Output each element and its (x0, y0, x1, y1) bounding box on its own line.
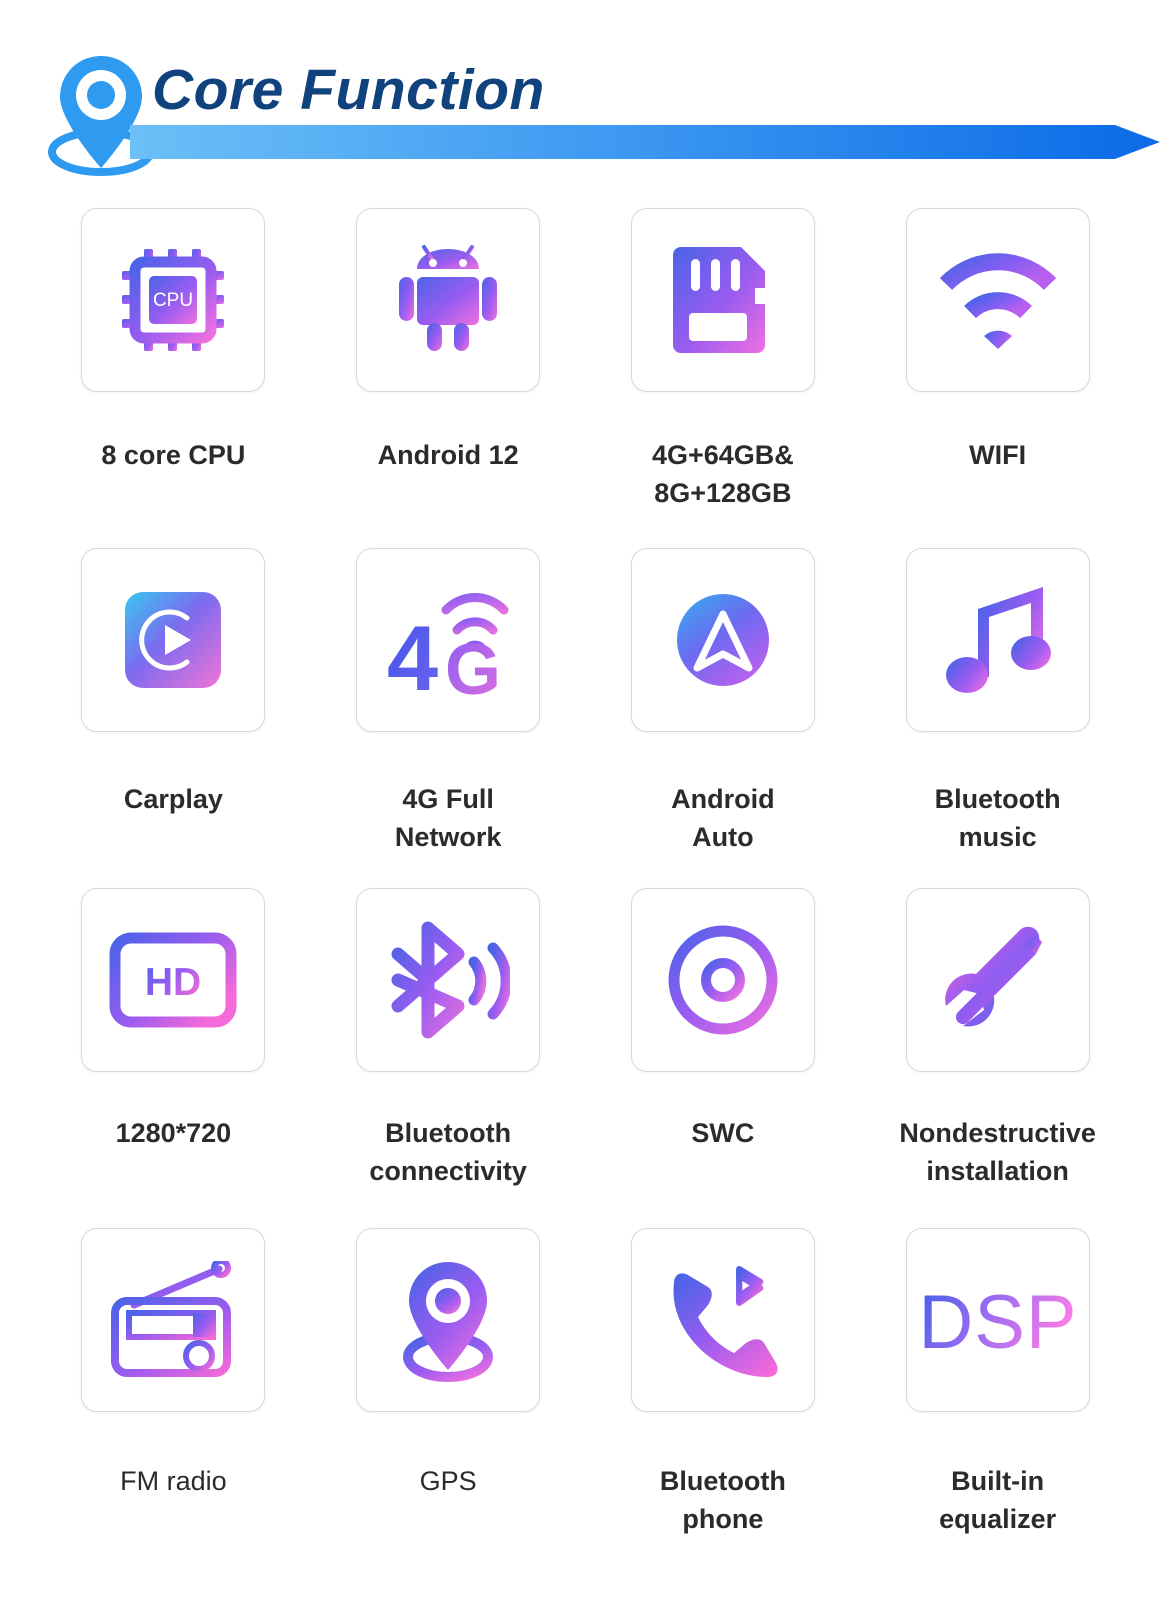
android-auto-icon (676, 594, 769, 686)
feature-label: 4G+64GB& 8G+128GB (651, 440, 794, 509)
feature-label: WIFI (969, 440, 1027, 470)
feature-card[interactable] (630, 1228, 815, 1412)
feature-item-swc[interactable]: SWC (586, 888, 861, 1228)
feature-card[interactable] (356, 208, 541, 392)
feature-label: Carplay (123, 784, 223, 814)
cpu-chip-icon: CPU (122, 249, 225, 351)
feature-card[interactable] (905, 888, 1090, 1072)
feature-card[interactable] (905, 548, 1090, 732)
bluetooth-phone-icon (673, 1266, 778, 1377)
hd-screen-icon: HD (109, 932, 237, 1028)
feature-item-bt-music[interactable]: Bluetooth music (860, 548, 1135, 888)
feature-item-dsp[interactable]: DSP Built-in equalizer (860, 1228, 1135, 1568)
feature-card[interactable] (905, 208, 1090, 392)
feature-card[interactable]: 4 G (356, 548, 541, 732)
feature-label: SWC (691, 1118, 755, 1148)
feature-label: 8 core CPU (101, 440, 246, 470)
feature-item-4g[interactable]: 4 G 4G Full Network (311, 548, 586, 888)
feature-label: GPS (419, 1466, 477, 1496)
feature-card[interactable]: DSP (905, 1228, 1090, 1412)
fm-radio-icon (111, 1261, 232, 1377)
svg-text:HD: HD (145, 961, 201, 1004)
sd-memory-card-icon (672, 247, 765, 353)
feature-label: Android Auto (671, 784, 775, 853)
feature-label: 4G Full Network (394, 784, 502, 853)
feature-card[interactable] (630, 548, 815, 732)
bluetooth-signal-icon (391, 921, 511, 1039)
feature-card[interactable] (81, 548, 266, 732)
feature-label: Built-in equalizer (939, 1466, 1057, 1535)
page-header: Core Function (0, 0, 1171, 200)
feature-item-wifi[interactable]: WIFI (860, 208, 1135, 548)
svg-text:4: 4 (387, 608, 438, 698)
feature-label: Bluetooth connectivity (369, 1118, 527, 1187)
feature-item-android[interactable]: Android 12 (311, 208, 586, 548)
feature-item-storage[interactable]: 4G+64GB& 8G+128GB (586, 208, 861, 548)
feature-label: FM radio (120, 1466, 227, 1496)
feature-item-gps[interactable]: GPS (311, 1228, 586, 1568)
svg-text:DSP: DSP (922, 1280, 1074, 1362)
feature-label: Bluetooth music (934, 784, 1061, 853)
feature-item-cpu[interactable]: CPU 8 core CPU (36, 208, 311, 548)
feature-card[interactable] (630, 888, 815, 1072)
feature-label: Bluetooth phone (659, 1466, 786, 1535)
feature-item-android-auto[interactable]: Android Auto (586, 548, 861, 888)
feature-label: Nondestructive installation (899, 1118, 1096, 1187)
feature-card[interactable] (356, 1228, 541, 1412)
feature-label: 1280*720 (115, 1118, 232, 1148)
page-title: Core Function (152, 58, 545, 122)
music-note-icon (945, 587, 1051, 693)
feature-card[interactable] (356, 888, 541, 1072)
svg-text:G: G (445, 630, 501, 698)
wrench-screwdriver-icon (944, 926, 1042, 1027)
steering-wheel-icon (668, 925, 778, 1035)
feature-label: Android 12 (377, 440, 519, 470)
svg-text:CPU: CPU (153, 290, 193, 311)
feature-item-installation[interactable]: Nondestructive installation (860, 888, 1135, 1228)
feature-card[interactable] (630, 208, 815, 392)
4g-network-icon: 4 G (387, 593, 509, 698)
feature-item-resolution[interactable]: HD 1280*720 (36, 888, 311, 1228)
feature-item-bt-connect[interactable]: Bluetooth connectivity (311, 888, 586, 1228)
feature-card[interactable]: CPU (81, 208, 266, 392)
feature-item-bt-phone[interactable]: Bluetooth phone (586, 1228, 861, 1568)
feature-card[interactable]: HD (81, 888, 266, 1072)
wifi-icon (939, 253, 1056, 349)
feature-card[interactable] (81, 1228, 266, 1412)
carplay-icon (125, 592, 222, 688)
feature-item-carplay[interactable]: Carplay (36, 548, 311, 888)
android-robot-icon (399, 245, 498, 351)
feature-item-fm-radio[interactable]: FM radio (36, 1228, 311, 1568)
dsp-text-icon: DSP (922, 1280, 1074, 1362)
core-function-page: Core Function CPU 8 core CPU Android 12 … (0, 0, 1171, 1599)
gps-pin-icon (403, 1262, 494, 1382)
feature-grid: CPU 8 core CPU Android 12 4G+64GB& 8G+12… (0, 208, 1171, 1568)
header-accent-bar (130, 123, 1160, 161)
